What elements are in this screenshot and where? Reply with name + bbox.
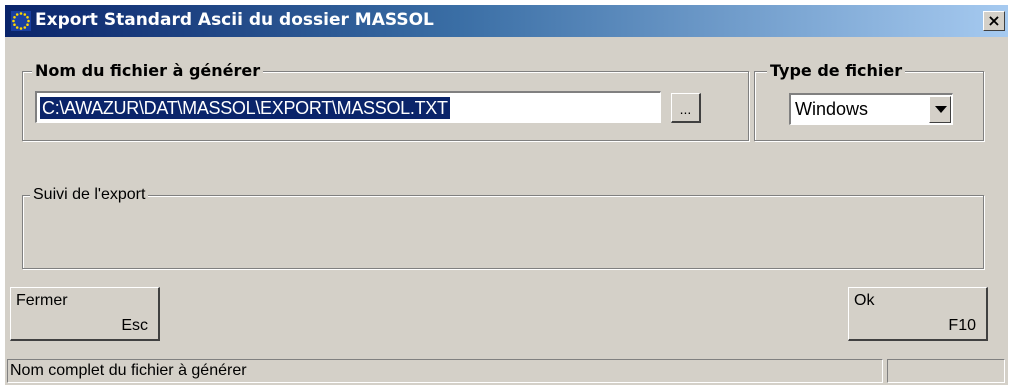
window-title: Export Standard Ascii du dossier MASSOL bbox=[35, 10, 434, 30]
chevron-down-icon[interactable] bbox=[929, 96, 951, 123]
ellipsis-icon: ... bbox=[679, 101, 692, 117]
status-secondary-pane bbox=[887, 359, 1005, 383]
export-progress-group: Suivi de l'export bbox=[22, 186, 984, 269]
filetype-group-label: Type de fichier bbox=[767, 61, 906, 80]
close-button-label: Fermer bbox=[16, 292, 68, 309]
filetype-select[interactable]: Windows bbox=[789, 93, 953, 125]
eu-stars-icon bbox=[11, 11, 31, 31]
ok-button-shortcut: F10 bbox=[948, 317, 976, 334]
close-button[interactable]: Fermer Esc bbox=[10, 287, 160, 341]
close-button-shortcut: Esc bbox=[121, 317, 148, 334]
filename-field[interactable]: C:\AWAZUR\DAT\MASSOL\EXPORT\MASSOL.TXT bbox=[35, 91, 661, 123]
filename-field-value: C:\AWAZUR\DAT\MASSOL\EXPORT\MASSOL.TXT bbox=[40, 97, 450, 119]
browse-button[interactable]: ... bbox=[671, 93, 701, 123]
status-text: Nom complet du fichier à générer bbox=[7, 359, 883, 383]
export-progress-label: Suivi de l'export bbox=[30, 186, 149, 204]
status-bar: Nom complet du fichier à générer bbox=[5, 357, 1008, 385]
ok-button[interactable]: Ok F10 bbox=[848, 287, 988, 341]
filetype-select-value: Windows bbox=[795, 99, 869, 119]
filename-group-label: Nom du fichier à générer bbox=[32, 61, 264, 80]
ok-button-label: Ok bbox=[854, 292, 875, 309]
close-window-button[interactable]: × bbox=[983, 11, 1005, 31]
export-dialog: Export Standard Ascii du dossier MASSOL … bbox=[5, 5, 1008, 385]
title-bar[interactable]: Export Standard Ascii du dossier MASSOL … bbox=[5, 5, 1008, 37]
close-icon: × bbox=[987, 11, 1001, 30]
